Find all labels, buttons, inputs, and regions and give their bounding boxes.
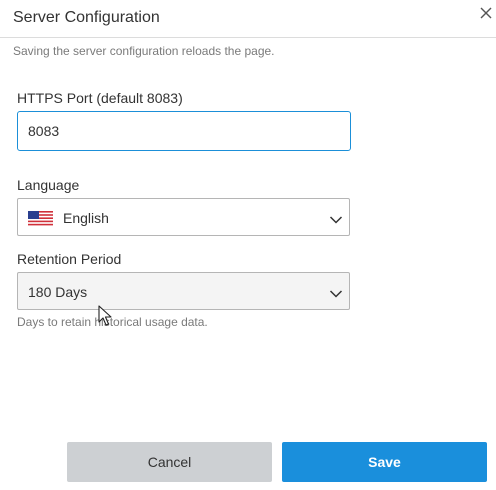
mouse-cursor-icon	[98, 305, 112, 327]
retention-period-label: Retention Period	[17, 251, 122, 267]
https-port-input[interactable]	[17, 111, 351, 151]
retention-period-help: Days to retain historical usage data.	[17, 315, 208, 329]
dialog-header: Server Configuration	[0, 0, 496, 38]
language-value: English	[63, 210, 109, 226]
server-configuration-dialog: Server Configuration Saving the server c…	[0, 0, 496, 490]
retention-period-select[interactable]: 180 Days	[17, 272, 350, 310]
close-icon[interactable]	[478, 5, 494, 21]
us-flag-icon	[28, 211, 53, 226]
dialog-subtitle: Saving the server configuration reloads …	[13, 44, 275, 58]
language-select[interactable]: English	[17, 198, 350, 236]
save-button[interactable]: Save	[282, 442, 487, 482]
chevron-down-icon	[329, 212, 343, 224]
https-port-label: HTTPS Port (default 8083)	[17, 90, 183, 106]
cancel-button[interactable]: Cancel	[67, 442, 272, 482]
chevron-down-icon	[329, 286, 343, 298]
retention-period-value: 180 Days	[28, 284, 88, 300]
language-label: Language	[17, 177, 80, 193]
dialog-title: Server Configuration	[13, 9, 160, 26]
